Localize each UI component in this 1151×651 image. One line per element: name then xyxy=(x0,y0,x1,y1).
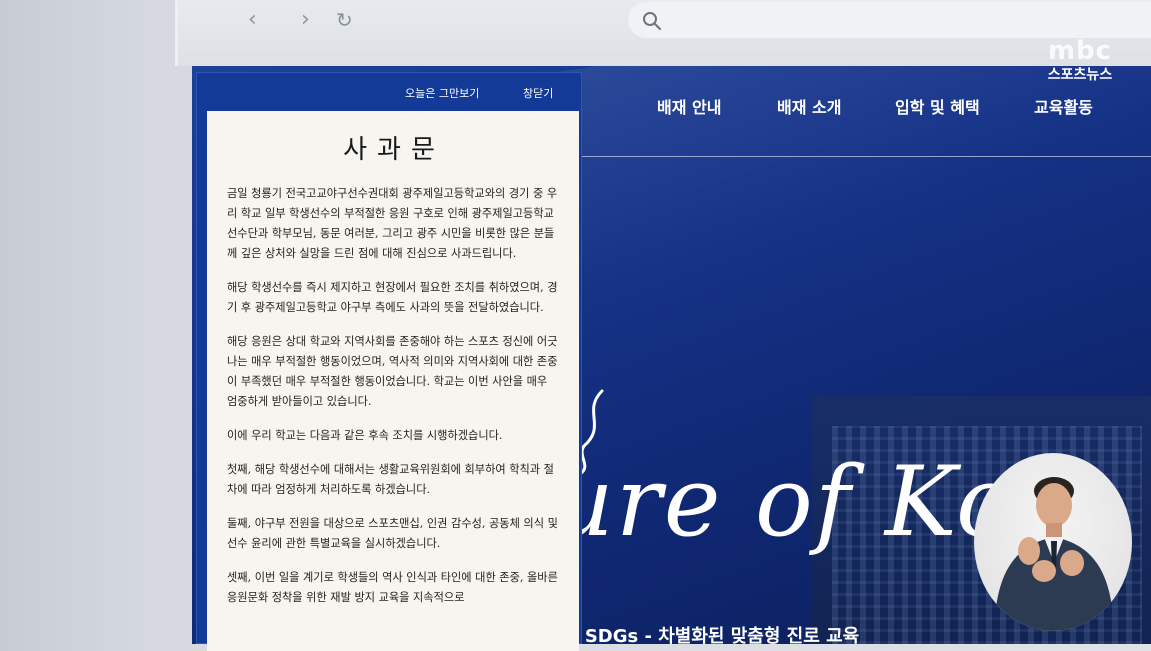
mbc-logo-text: mbc xyxy=(1047,36,1113,66)
nav-item-intro[interactable]: 배재 소개 xyxy=(777,94,841,118)
document-paragraph: 첫째, 해당 학생선수에 대해서는 생활교육위원회에 회부하여 학칙과 절차에 … xyxy=(227,463,554,496)
sports-news-label: 스포츠뉴스 xyxy=(1047,67,1113,83)
document-paragraph: 해당 응원은 상대 학교와 지역사회를 존중해야 하는 스포츠 정신에 어긋나는… xyxy=(227,335,558,408)
apology-document: 사과문 금일 청룡기 전국고교야구선수권대회 광주제일고등학교와의 경기 중 우… xyxy=(207,111,579,651)
address-input[interactable] xyxy=(672,8,1136,34)
interpreter-figure xyxy=(994,477,1114,631)
popup-header: 오늘은 그만보기 창닫기 xyxy=(197,73,581,111)
document-paragraph: 둘째, 야구부 전원을 대상으로 스포츠맨십, 인권 감수성, 공동체 의식 및… xyxy=(227,517,558,550)
sign-language-interpreter xyxy=(974,453,1132,631)
document-title: 사과문 xyxy=(343,135,445,165)
broadcaster-logo: mbc 스포츠뉴스 xyxy=(1020,38,1140,98)
document-paragraph: 셋째, 이번 일을 계기로 학생들의 역사 인식과 타인에 대한 존중, 올바른… xyxy=(227,571,558,604)
document-paragraph: 금일 청룡기 전국고교야구선수권대회 광주제일고등학교와의 경기 중 우리 학교… xyxy=(227,187,558,260)
document-paragraph: 해당 학생선수를 즉시 제지하고 현장에서 필요한 조치를 취하였으며, 경기 … xyxy=(227,281,558,314)
chevron-right-icon[interactable]: › xyxy=(301,6,310,34)
reload-icon[interactable]: ↻ xyxy=(336,6,353,34)
close-popup-link[interactable]: 창닫기 xyxy=(523,85,553,101)
nav-item-admission[interactable]: 입학 및 혜택 xyxy=(895,94,980,118)
document-paragraph: 이에 우리 학교는 다음과 같은 후속 조치를 시행하겠습니다. xyxy=(227,429,503,442)
nav-divider xyxy=(577,156,1151,157)
hero-slogan: 재 SDGs - 차별화된 맞춤형 진로 교육 xyxy=(562,626,860,644)
apology-popup: 오늘은 그만보기 창닫기 사과문 금일 청룡기 전국고교야구선수권대회 광주제일… xyxy=(196,72,582,651)
address-bar[interactable] xyxy=(628,2,1151,38)
hide-today-link[interactable]: 오늘은 그만보기 xyxy=(405,85,479,101)
chevron-left-icon[interactable]: ‹ xyxy=(248,6,257,34)
search-icon xyxy=(643,12,661,30)
nav-item-about[interactable]: 배재 안내 xyxy=(657,94,721,118)
